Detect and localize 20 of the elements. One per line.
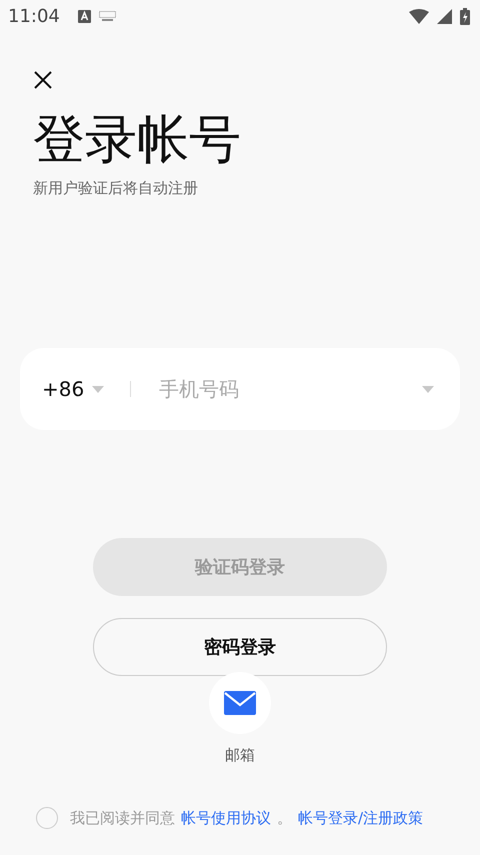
separator-text: 。: [277, 808, 292, 828]
envelope-icon: [224, 691, 256, 716]
keyboard-icon: [98, 11, 116, 21]
dropdown-icon[interactable]: [422, 386, 434, 393]
agreement-checkbox[interactable]: [36, 807, 58, 830]
status-time: 11:04: [8, 6, 60, 26]
country-code[interactable]: +86: [42, 377, 84, 402]
battery-icon: [460, 8, 470, 24]
page-title: 登录帐号: [33, 112, 242, 170]
phone-field[interactable]: 手机号码: [157, 376, 414, 402]
close-icon[interactable]: [33, 70, 53, 90]
email-label: 邮箱: [225, 746, 255, 766]
keyboard-a-icon: [78, 10, 91, 22]
agreement-link[interactable]: 帐号登录/注册政策: [298, 808, 424, 828]
agreement-text: 我已阅读并同意: [70, 808, 175, 828]
wifi-icon: [409, 8, 429, 24]
agreement-link[interactable]: 帐号使用协议: [181, 808, 271, 828]
signal-icon: [437, 8, 452, 24]
subtitle: 新用户验证后将自动注册: [33, 179, 199, 198]
dropdown-icon[interactable]: [92, 386, 104, 393]
